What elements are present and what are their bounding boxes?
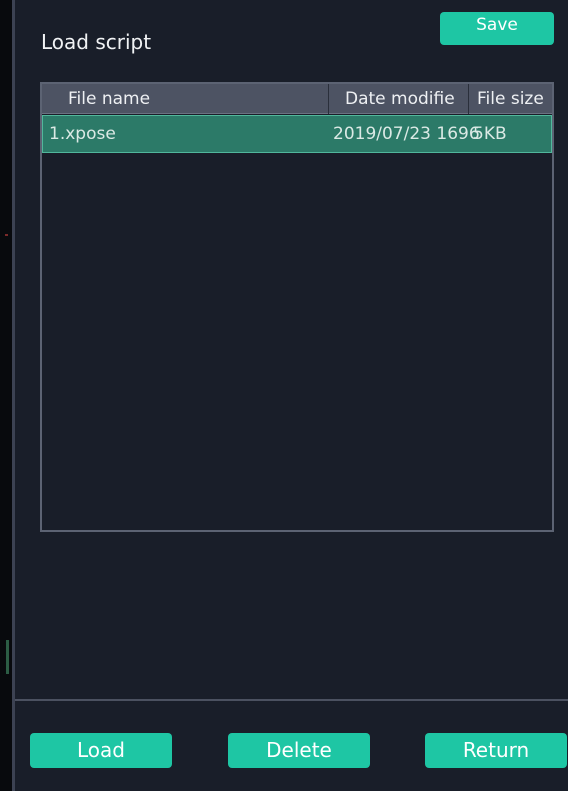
column-header-file-size[interactable]: File size	[468, 84, 552, 114]
edge-mark	[6, 640, 9, 674]
file-name-cell: 1.xpose	[49, 124, 116, 144]
load-button[interactable]: Load	[30, 733, 172, 768]
dialog-title: Load script	[41, 30, 152, 54]
load-script-dialog: Load script Save File name Date modifie …	[12, 0, 568, 791]
window-edge	[0, 0, 12, 791]
save-button[interactable]: Save	[440, 12, 554, 45]
edge-mark	[5, 234, 8, 236]
column-header-date-modified[interactable]: Date modifie	[328, 84, 468, 114]
table-row[interactable]: 1.xpose 2019/07/23 1696 5KB	[42, 115, 552, 153]
date-modified-cell: 2019/07/23 1696	[333, 124, 480, 144]
column-header-file-name[interactable]: File name	[42, 84, 328, 114]
file-list-table[interactable]: File name Date modifie File size 1.xpose…	[40, 82, 554, 532]
file-size-cell: 5KB	[473, 124, 507, 144]
return-button[interactable]: Return	[425, 733, 567, 768]
delete-button[interactable]: Delete	[228, 733, 370, 768]
table-header: File name Date modifie File size	[42, 84, 552, 114]
footer-divider	[15, 699, 568, 701]
